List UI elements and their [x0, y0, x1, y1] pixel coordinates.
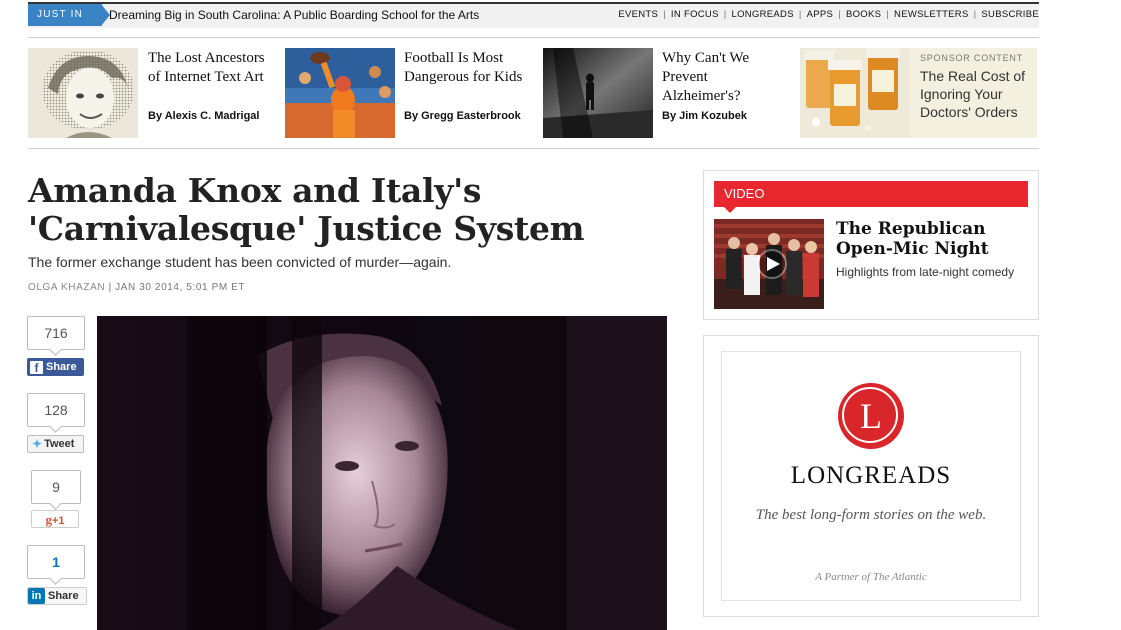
twitter-tweet-label: Tweet — [44, 438, 75, 450]
nav-in-focus-link[interactable]: IN FOCUS — [671, 4, 719, 26]
promo-image-football[interactable] — [285, 48, 395, 138]
just-in-headline-link[interactable]: Dreaming Big in South Carolina: A Public… — [109, 4, 479, 26]
sponsor-card[interactable]: SPONSOR CONTENT The Real Cost of Ignorin… — [910, 48, 1037, 138]
google-plus-label: +1 — [51, 515, 65, 527]
nav-apps-link[interactable]: APPS — [807, 4, 834, 26]
nav-subscribe-link[interactable]: SUBSCRIBE — [981, 4, 1039, 26]
facebook-icon: f — [30, 360, 43, 375]
linkedin-share-label: Share — [48, 590, 79, 602]
promo-title[interactable]: Why Can't We Prevent Alzheimer's? — [662, 49, 782, 106]
longreads-partner: A Partner of The Atlantic — [815, 571, 927, 583]
twitter-tweet-button[interactable]: ✦ Tweet — [27, 435, 84, 453]
article-byline: OLGA KHAZAN | JAN 30 2014, 5:01 PM ET — [28, 282, 245, 293]
linkedin-share-button[interactable]: in Share — [27, 587, 87, 605]
longreads-brand: LONGREADS — [790, 462, 952, 489]
sponsor-image-pill-bottles[interactable] — [800, 48, 910, 138]
nav-newsletters-link[interactable]: NEWSLETTERS — [894, 4, 969, 26]
author-link[interactable]: OLGA KHAZAN — [28, 282, 105, 293]
twitter-bird-icon: ✦ — [32, 437, 43, 451]
nav-separator: | — [663, 9, 666, 20]
video-label-bar: VIDEO — [714, 181, 1028, 207]
nav-separator: | — [723, 9, 727, 20]
divider — [28, 148, 1039, 149]
promo-title[interactable]: The Lost Ancestors of Internet Text Art — [148, 49, 268, 87]
promo-image-text-art[interactable] — [28, 48, 138, 138]
video-subtitle: Highlights from late-night comedy — [836, 265, 1015, 279]
nav-events-link[interactable]: EVENTS — [618, 4, 658, 26]
video-label-pointer — [724, 207, 736, 213]
top-nav: EVENTS | IN FOCUS | LONGREADS | APPS | BOOKS… — [618, 4, 1039, 26]
nav-separator: | — [886, 9, 890, 20]
promo-title[interactable]: Football Is Most Dangerous for Kids — [404, 49, 524, 87]
article-date: JAN 30 2014, 5:01 PM ET — [115, 282, 246, 293]
article-dek: The former exchange student has been con… — [28, 254, 452, 270]
promo-byline: By Jim Kozubek — [662, 110, 747, 122]
longreads-tagline: The best long-form stories on the web. — [755, 507, 987, 523]
nav-separator: | — [973, 9, 977, 20]
facebook-share-button[interactable]: f Share — [27, 358, 84, 376]
longreads-logo-letter: L — [860, 396, 882, 436]
divider — [28, 37, 1039, 38]
video-title-link[interactable]: The Republican Open-Mic Night — [836, 219, 1026, 259]
nav-books-link[interactable]: BOOKS — [846, 4, 881, 26]
promo-byline: By Gregg Easterbrook — [404, 110, 521, 122]
promo-image-alzheimers[interactable] — [543, 48, 653, 138]
facebook-share-label: Share — [46, 361, 77, 373]
article-title: Amanda Knox and Italy's 'Carnivalesque' … — [28, 171, 585, 248]
just-in-tag: JUST IN — [28, 4, 102, 26]
sponsor-tag: SPONSOR CONTENT — [920, 53, 1024, 63]
promo-byline: By Alexis C. Madrigal — [148, 110, 260, 122]
sponsor-title[interactable]: The Real Cost of Ignoring Your Doctors' … — [920, 67, 1027, 121]
nav-separator: | — [798, 9, 802, 20]
linkedin-icon: in — [28, 588, 45, 604]
article-hero-image — [97, 316, 667, 630]
video-thumbnail[interactable] — [714, 219, 824, 309]
nav-separator: | — [838, 9, 841, 20]
google-plus-button[interactable]: g+1 — [31, 510, 79, 528]
nav-longreads-link[interactable]: LONGREADS — [732, 4, 794, 26]
